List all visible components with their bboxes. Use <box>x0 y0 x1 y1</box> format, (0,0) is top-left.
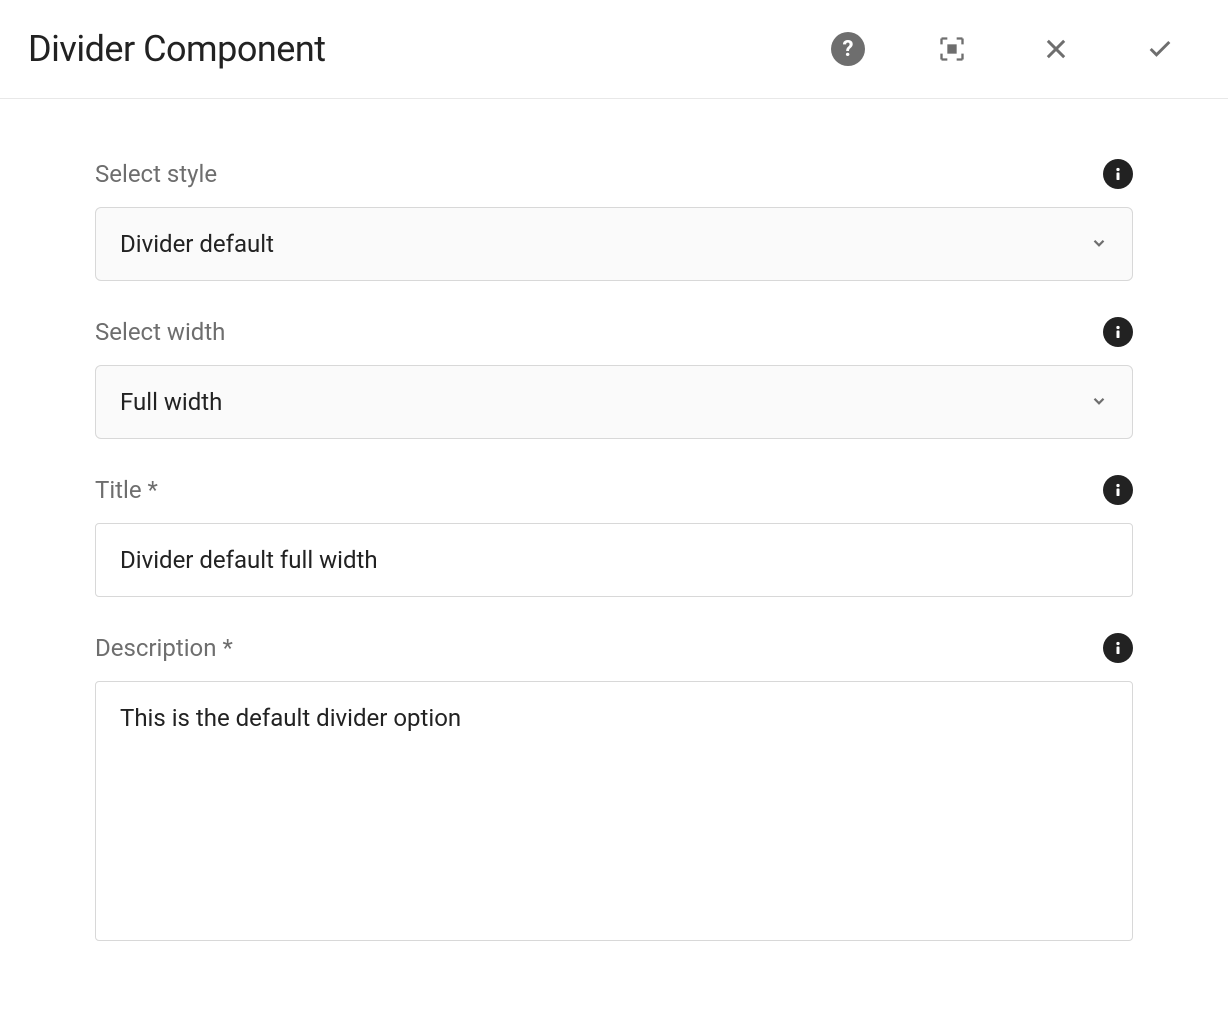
info-icon <box>1109 639 1127 657</box>
title-info-button[interactable] <box>1103 475 1133 505</box>
field-title: Title * <box>95 475 1133 597</box>
close-icon <box>1042 35 1070 63</box>
field-width: Select width Full width <box>95 317 1133 439</box>
info-icon <box>1109 323 1127 341</box>
checkmark-icon <box>1146 35 1174 63</box>
fullscreen-button[interactable] <box>932 29 972 69</box>
chevron-down-icon <box>1090 230 1108 258</box>
fullscreen-icon <box>938 35 966 63</box>
description-info-button[interactable] <box>1103 633 1133 663</box>
title-input[interactable] <box>95 523 1133 597</box>
width-select[interactable]: Full width <box>95 365 1133 439</box>
dialog-container: Divider Component ? <box>0 0 1228 1021</box>
width-label: Select width <box>95 318 225 346</box>
field-label-row: Title * <box>95 475 1133 505</box>
dialog-title: Divider Component <box>28 28 326 70</box>
field-style: Select style Divider default <box>95 159 1133 281</box>
field-description: Description * <box>95 633 1133 945</box>
style-select-value: Divider default <box>120 230 274 258</box>
width-info-button[interactable] <box>1103 317 1133 347</box>
title-label: Title * <box>95 476 158 504</box>
confirm-button[interactable] <box>1140 29 1180 69</box>
field-label-row: Select width <box>95 317 1133 347</box>
style-info-button[interactable] <box>1103 159 1133 189</box>
chevron-down-icon <box>1090 388 1108 416</box>
description-textarea[interactable] <box>95 681 1133 941</box>
dialog-content: Select style Divider default <box>0 99 1228 1021</box>
width-select-value: Full width <box>120 388 222 416</box>
field-label-row: Select style <box>95 159 1133 189</box>
description-label: Description * <box>95 634 233 662</box>
info-icon <box>1109 481 1127 499</box>
close-button[interactable] <box>1036 29 1076 69</box>
info-icon <box>1109 165 1127 183</box>
help-button[interactable]: ? <box>828 29 868 69</box>
header-actions: ? <box>828 29 1180 69</box>
dialog-header: Divider Component ? <box>0 0 1228 99</box>
style-select[interactable]: Divider default <box>95 207 1133 281</box>
style-label: Select style <box>95 160 217 188</box>
field-label-row: Description * <box>95 633 1133 663</box>
help-icon: ? <box>831 32 865 66</box>
